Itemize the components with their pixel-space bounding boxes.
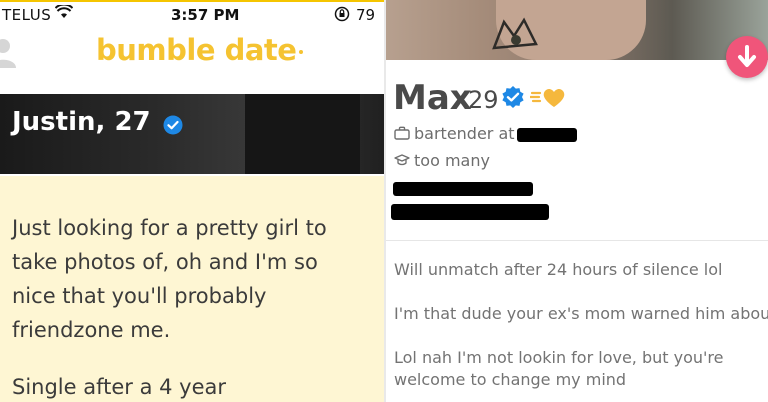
status-bar: TELUS 3:57 PM 79 — [0, 0, 384, 30]
clock-time: 3:57 PM — [171, 6, 240, 24]
redaction-bar — [517, 128, 577, 142]
carrier-label: TELUS — [2, 6, 52, 24]
profile-name: Max — [393, 78, 472, 118]
battery-percent: 79 — [356, 6, 376, 24]
collapse-profile-button[interactable] — [726, 36, 768, 78]
verified-badge-icon — [501, 85, 525, 113]
bio-line: Will unmatch after 24 hours of silence l… — [394, 260, 723, 279]
wifi-icon — [54, 3, 74, 23]
bio-text-continued: Single after a 4 year — [12, 375, 227, 399]
profile-icon[interactable] — [0, 38, 16, 68]
lock-rotation-icon — [334, 6, 350, 26]
tinder-profile-panel — [386, 0, 768, 402]
profile-name-age: Justin, 27 — [12, 107, 151, 137]
verified-badge-icon — [163, 115, 183, 139]
graduation-cap-icon — [394, 154, 410, 166]
bumble-profile-panel: TELUS 3:57 PM 79 bumble date Justin, 27 … — [0, 0, 384, 402]
redaction-bar — [393, 182, 533, 196]
tattoo-graphic — [492, 17, 538, 50]
school-line: too many — [394, 151, 490, 170]
briefcase-icon — [394, 126, 410, 140]
profile-age: 29 — [468, 86, 499, 114]
profile-photo — [386, 0, 768, 60]
bio-line: welcome to change my mind — [394, 370, 627, 389]
bio-text: Just looking for a pretty girl to take p… — [12, 216, 327, 342]
bio-line: Lol nah I'm not lookin for love, but you… — [394, 348, 724, 367]
redaction-bar — [391, 204, 549, 220]
bio-line: I'm that dude your ex's mom warned him a… — [394, 304, 768, 323]
job-line: bartender at — [394, 124, 515, 143]
gold-heart-icon — [528, 86, 566, 112]
arrow-down-icon — [738, 45, 756, 67]
app-logo: bumble date — [96, 33, 304, 67]
section-separator — [386, 240, 768, 241]
